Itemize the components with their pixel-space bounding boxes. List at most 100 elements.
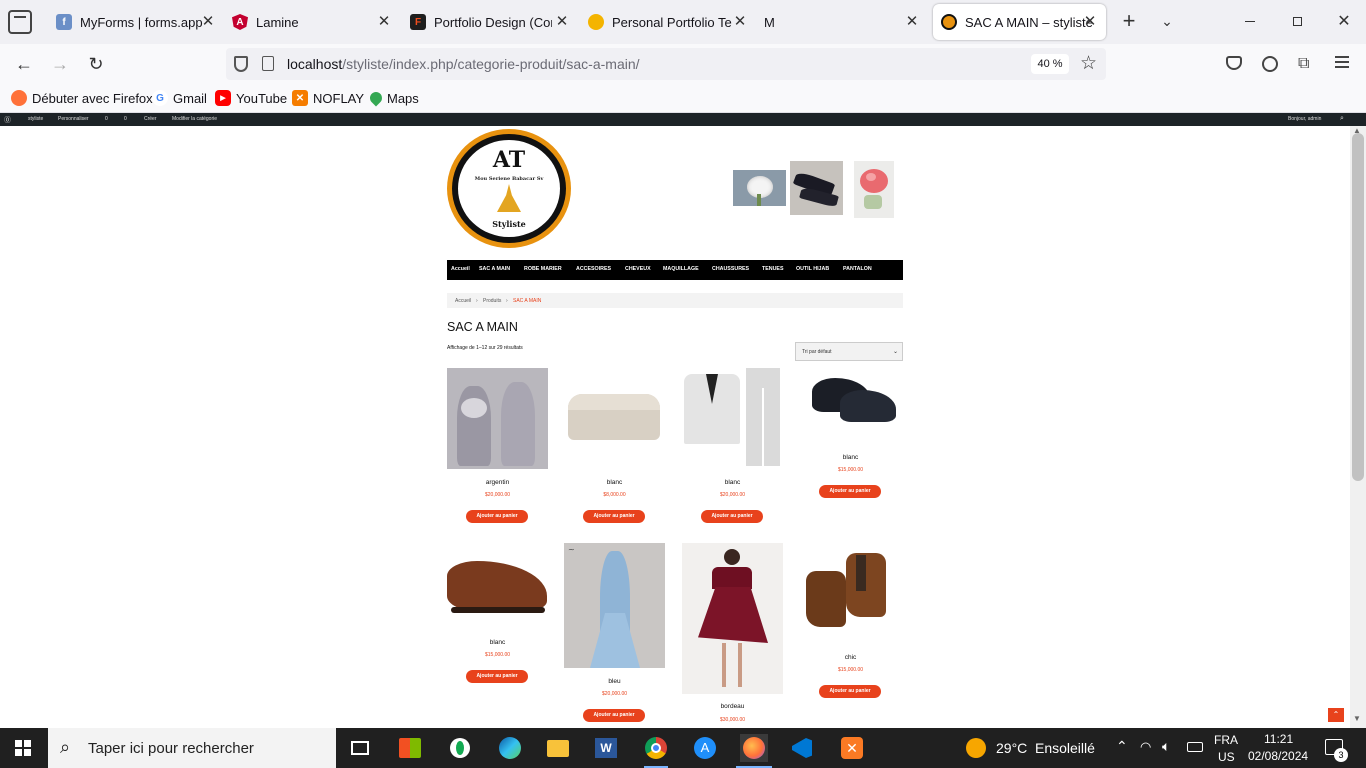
orderby-select[interactable]: Tri par défaut ⌄ bbox=[795, 342, 903, 361]
chevron-up-icon[interactable]: ⌃ bbox=[1116, 738, 1128, 755]
bookmark-noflay[interactable]: ✕ NOFLAY bbox=[292, 89, 364, 107]
tab-overview-button[interactable] bbox=[8, 10, 32, 34]
product-image[interactable]: ~ bbox=[564, 543, 665, 668]
weather-sun-icon[interactable] bbox=[966, 738, 986, 758]
scrollbar-thumb[interactable] bbox=[1352, 133, 1364, 481]
task-view-icon[interactable] bbox=[346, 734, 374, 762]
menu-item-robe-marier[interactable]: ROBE MARIER bbox=[524, 266, 562, 272]
firefox-taskbar-icon[interactable] bbox=[740, 734, 768, 762]
product-name[interactable]: blanc bbox=[564, 479, 665, 486]
word-icon[interactable]: W bbox=[592, 734, 620, 762]
input-language[interactable]: FRA bbox=[1214, 733, 1238, 747]
admin-greeting[interactable]: Bonjour, admin bbox=[1288, 116, 1321, 122]
input-region[interactable]: US bbox=[1218, 750, 1235, 764]
tab-figma[interactable]: F Portfolio Design (Com ✕ bbox=[410, 0, 570, 44]
menu-icon[interactable] bbox=[1335, 56, 1349, 68]
app-store-icon[interactable]: A bbox=[691, 734, 719, 762]
product-image[interactable] bbox=[682, 543, 783, 694]
close-icon[interactable]: ✕ bbox=[1082, 14, 1098, 30]
product-name[interactable]: chic bbox=[800, 654, 901, 661]
menu-item-chaussures[interactable]: CHAUSSURES bbox=[712, 266, 749, 272]
menu-item-tenues[interactable]: TENUES bbox=[762, 266, 784, 272]
site-logo[interactable]: AT Mou Seriene Babacar Sv Styliste bbox=[447, 129, 571, 248]
search-icon[interactable]: ⌕ bbox=[1340, 115, 1344, 123]
product-image[interactable] bbox=[447, 368, 548, 469]
bookmark-gmail[interactable]: G Gmail bbox=[152, 89, 207, 107]
xampp-icon[interactable]: ✕ bbox=[838, 734, 866, 762]
mongodb-icon[interactable] bbox=[446, 734, 474, 762]
add-to-cart-button[interactable]: Ajouter au panier bbox=[466, 510, 528, 523]
windows-start-icon[interactable] bbox=[15, 740, 31, 756]
vscode-icon[interactable] bbox=[788, 734, 816, 762]
tab-active-sac-a-main[interactable]: SAC A MAIN – styliste ✕ bbox=[933, 4, 1106, 40]
wordpress-icon[interactable]: ⓪ bbox=[4, 115, 11, 125]
zoom-badge[interactable]: 40 % bbox=[1031, 54, 1069, 74]
menu-item-maquillage[interactable]: MAQUILLAGE bbox=[663, 266, 699, 272]
admin-customize-link[interactable]: Personnaliser bbox=[58, 116, 89, 122]
weather-desc[interactable]: Ensoleillé bbox=[1035, 740, 1095, 756]
admin-updates[interactable]: 0 bbox=[105, 116, 108, 122]
clock-time[interactable]: 11:21 bbox=[1264, 732, 1293, 746]
taskbar-search[interactable]: ⌕ Taper ici pour rechercher bbox=[48, 728, 336, 768]
page-icon[interactable] bbox=[262, 56, 274, 71]
url-bar[interactable]: localhost/styliste/index.php/categorie-p… bbox=[226, 48, 1106, 80]
menu-item-cheveux[interactable]: CHEVEUX bbox=[625, 266, 651, 272]
product-image[interactable] bbox=[800, 543, 901, 644]
product-image[interactable] bbox=[564, 368, 665, 469]
restore-button[interactable] bbox=[1283, 12, 1311, 32]
microsoft-store-icon[interactable] bbox=[396, 734, 424, 762]
breadcrumb-products[interactable]: Produits bbox=[483, 298, 501, 304]
product-image[interactable] bbox=[682, 368, 783, 469]
bookmark-maps[interactable]: Maps bbox=[367, 89, 419, 107]
new-tab-button[interactable]: + bbox=[1118, 10, 1140, 32]
bookmark-youtube[interactable]: ▶ YouTube bbox=[215, 89, 287, 107]
product-name[interactable]: bordeau bbox=[682, 703, 783, 710]
volume-icon[interactable]: 🔈︎ bbox=[1162, 738, 1170, 755]
scroll-down-arrow-icon[interactable]: ▼ bbox=[1353, 714, 1361, 723]
close-icon[interactable]: ✕ bbox=[904, 14, 920, 30]
edge-icon[interactable] bbox=[496, 734, 524, 762]
close-icon[interactable]: ✕ bbox=[200, 14, 216, 30]
menu-item-outil-hijab[interactable]: OUTIL HIJAB bbox=[796, 266, 829, 272]
add-to-cart-button[interactable]: Ajouter au panier bbox=[701, 510, 763, 523]
close-icon[interactable]: ✕ bbox=[376, 14, 392, 30]
close-icon[interactable]: ✕ bbox=[554, 14, 570, 30]
reload-icon[interactable]: ↻ bbox=[84, 52, 108, 76]
add-to-cart-button[interactable]: Ajouter au panier bbox=[583, 709, 645, 722]
close-window-button[interactable]: ✕ bbox=[1330, 12, 1358, 32]
menu-item-accesoires[interactable]: ACCESOIRES bbox=[576, 266, 611, 272]
add-to-cart-button[interactable]: Ajouter au panier bbox=[466, 670, 528, 683]
product-name[interactable]: argentin bbox=[447, 479, 548, 486]
menu-item-pantalon[interactable]: PANTALON bbox=[843, 266, 872, 272]
admin-comments[interactable]: 0 bbox=[124, 116, 127, 122]
wifi-icon[interactable]: ◠ bbox=[1140, 739, 1151, 755]
admin-site-link[interactable]: styliste bbox=[28, 116, 43, 122]
url-text[interactable]: localhost/styliste/index.php/categorie-p… bbox=[287, 56, 640, 72]
breadcrumb-home[interactable]: Accueil bbox=[455, 298, 471, 304]
star-icon[interactable]: ☆ bbox=[1080, 52, 1097, 75]
product-name[interactable]: bleu bbox=[564, 678, 665, 685]
forward-arrow-icon[interactable]: → bbox=[48, 52, 72, 76]
account-icon[interactable] bbox=[1262, 56, 1278, 72]
product-image[interactable] bbox=[800, 368, 901, 444]
bookmark-firefox[interactable]: Débuter avec Firefox bbox=[11, 89, 153, 107]
menu-item-sac-a-main[interactable]: SAC A MAIN bbox=[479, 266, 510, 272]
product-name[interactable]: blanc bbox=[800, 454, 901, 461]
tab-forms[interactable]: f MyForms | forms.app ✕ bbox=[56, 0, 216, 44]
back-to-top-button[interactable]: ⌃ bbox=[1328, 708, 1344, 722]
weather-temp[interactable]: 29°C bbox=[996, 740, 1027, 756]
admin-new-link[interactable]: Créer bbox=[144, 116, 157, 122]
file-explorer-icon[interactable] bbox=[544, 734, 572, 762]
tab-portfolio[interactable]: Personal Portfolio Tem ✕ bbox=[588, 0, 748, 44]
product-name[interactable]: blanc bbox=[447, 639, 548, 646]
chevron-down-icon[interactable]: ⌄ bbox=[1158, 10, 1176, 32]
product-name[interactable]: blanc bbox=[682, 479, 783, 486]
clock-date[interactable]: 02/08/2024 bbox=[1248, 749, 1308, 763]
admin-edit-category-link[interactable]: Modifier la catégorie bbox=[172, 116, 217, 122]
close-icon[interactable]: ✕ bbox=[732, 14, 748, 30]
tab-gmail[interactable]: M ✕ bbox=[764, 0, 920, 44]
product-image[interactable] bbox=[447, 543, 548, 629]
back-arrow-icon[interactable]: ← bbox=[12, 52, 36, 76]
chrome-icon[interactable] bbox=[642, 734, 670, 762]
minimize-button[interactable] bbox=[1236, 12, 1264, 32]
